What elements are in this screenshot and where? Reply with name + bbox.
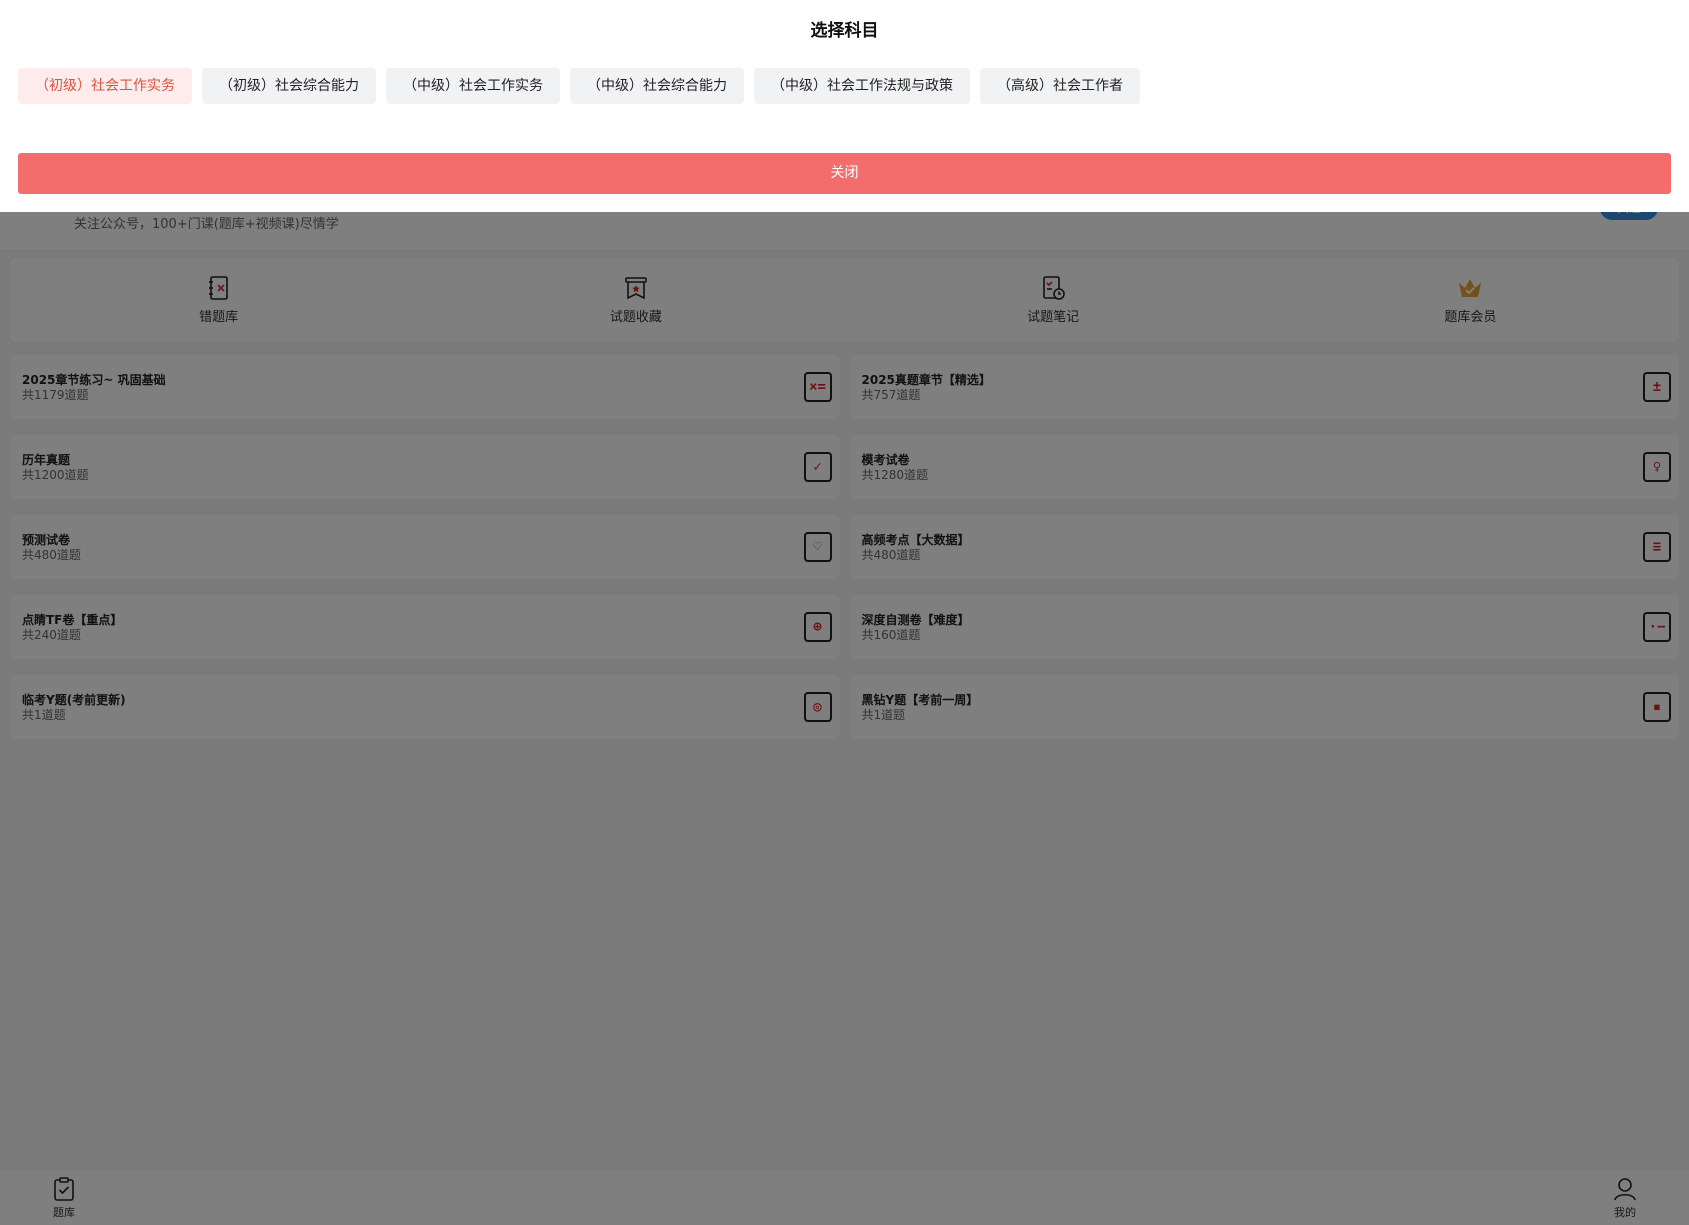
close-button[interactable]: 关闭: [18, 153, 1671, 194]
subject-option[interactable]: （初级）社会综合能力: [202, 68, 376, 104]
subject-option[interactable]: （中级）社会工作法规与政策: [754, 68, 970, 104]
subject-option[interactable]: （中级）社会工作实务: [386, 68, 560, 104]
sheet-title: 选择科目: [810, 21, 879, 41]
subject-option[interactable]: （中级）社会综合能力: [570, 68, 744, 104]
subject-option[interactable]: （初级）社会工作实务: [18, 68, 192, 104]
subject-options: （初级）社会工作实务 （初级）社会综合能力 （中级）社会工作实务 （中级）社会综…: [18, 68, 1140, 104]
subject-option[interactable]: （高级）社会工作者: [980, 68, 1140, 104]
subject-picker-sheet: 选择科目 （初级）社会工作实务 （初级）社会综合能力 （中级）社会工作实务 （中…: [0, 0, 1689, 212]
